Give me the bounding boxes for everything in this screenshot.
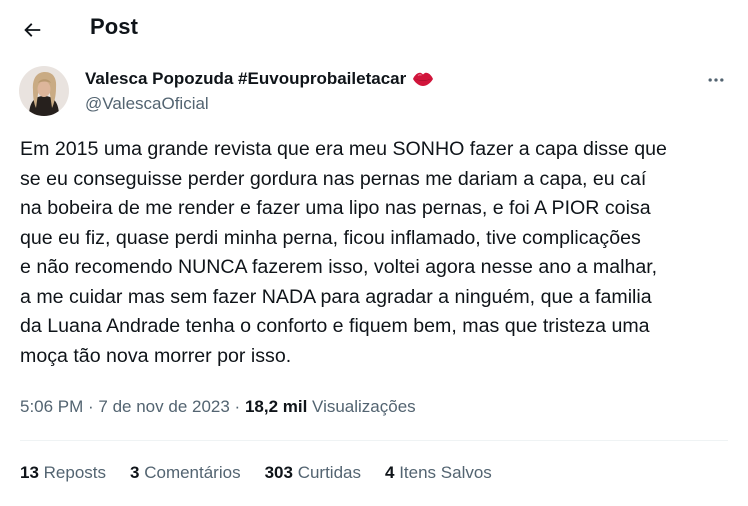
page-title: Post bbox=[90, 14, 139, 39]
divider bbox=[20, 440, 728, 441]
avatar[interactable] bbox=[19, 66, 69, 116]
views-count: 18,2 mil bbox=[244, 397, 308, 416]
views-label: Visualizações bbox=[307, 397, 416, 416]
author-handle[interactable]: @ValescaOficial bbox=[85, 94, 209, 114]
comments-stat[interactable]: 3 Comentários bbox=[130, 463, 241, 483]
tweet-text: Em 2015 uma grande revista que era meu S… bbox=[20, 138, 667, 367]
likes-label: Curtidas bbox=[292, 463, 361, 482]
tweet-date[interactable]: 7 de nov de 2023 bbox=[98, 397, 229, 416]
author-name-row[interactable]: Valesca Popozuda #Euvouprobailetacar bbox=[85, 69, 434, 89]
tweet-meta: 5:06 PM · 7 de nov de 2023 · 18,2 mil Vi… bbox=[20, 397, 416, 417]
more-horizontal-icon bbox=[708, 78, 724, 82]
back-button[interactable] bbox=[14, 12, 50, 48]
tweet-time[interactable]: 5:06 PM bbox=[20, 397, 83, 416]
likes-stat[interactable]: 303 Curtidas bbox=[265, 463, 361, 483]
bookmarks-stat[interactable]: 4 Itens Salvos bbox=[385, 463, 492, 483]
reposts-count: 13 bbox=[20, 463, 39, 482]
meta-separator: · bbox=[83, 397, 99, 416]
lips-icon bbox=[412, 71, 434, 87]
bookmarks-label: Itens Salvos bbox=[394, 463, 492, 482]
arrow-left-icon bbox=[24, 23, 41, 37]
comments-label: Comentários bbox=[139, 463, 241, 482]
author-name: Valesca Popozuda #Euvouprobailetacar bbox=[85, 69, 407, 88]
reposts-stat[interactable]: 13 Reposts bbox=[20, 463, 106, 483]
meta-separator: · bbox=[229, 397, 245, 416]
tweet-stats: 13 Reposts 3 Comentários 303 Curtidas 4 … bbox=[20, 463, 516, 483]
more-options-button[interactable] bbox=[700, 64, 732, 96]
post-header: Post bbox=[0, 0, 748, 58]
reposts-label: Reposts bbox=[38, 463, 107, 482]
likes-count: 303 bbox=[264, 463, 293, 482]
